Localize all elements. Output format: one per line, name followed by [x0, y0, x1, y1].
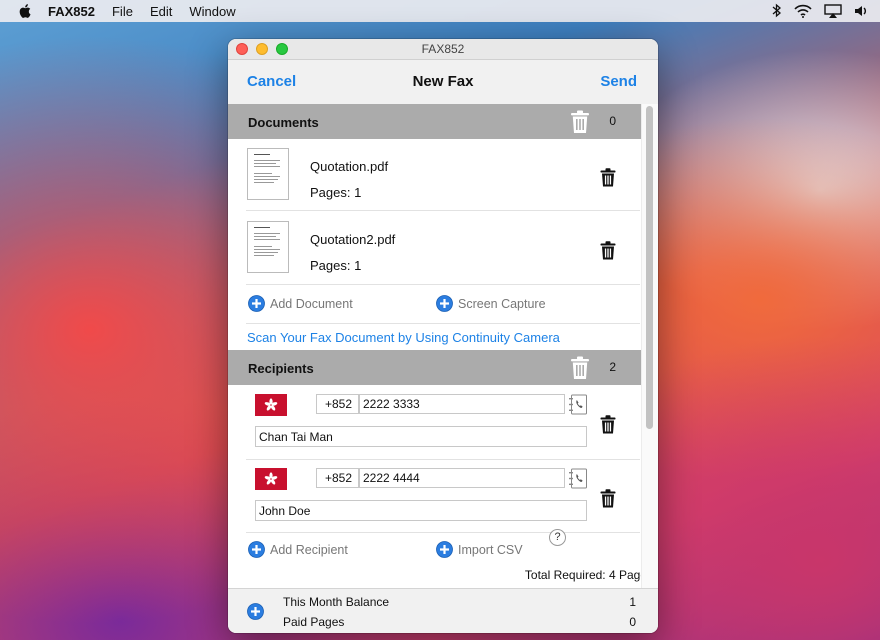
- fax-form: Documents 0 Quotation.pdf Pages: 1 Quota…: [228, 104, 642, 588]
- total-required: Total Required: 4 Pages: [524, 568, 653, 582]
- recipients-count: 2: [609, 360, 616, 374]
- divider: [246, 210, 640, 211]
- balance-footer: This Month Balance 1 Paid Pages 0: [228, 588, 658, 633]
- plus-circle-icon: [436, 295, 453, 312]
- divider: [246, 284, 640, 285]
- scrollbar[interactable]: [641, 104, 658, 588]
- documents-header-label: Documents: [248, 115, 319, 130]
- menu-bar: FAX852 File Edit Window: [0, 0, 880, 22]
- scrollbar-thumb[interactable]: [646, 106, 653, 429]
- add-recipient-label: Add Recipient: [270, 542, 348, 557]
- volume-icon[interactable]: [854, 4, 868, 18]
- address-book-icon[interactable]: [568, 468, 588, 489]
- app-window: FAX852 Cancel New Fax Send Documents 0 Q…: [228, 39, 658, 633]
- menu-window[interactable]: Window: [189, 4, 235, 19]
- add-recipient-button[interactable]: Add Recipient: [248, 541, 348, 558]
- recipient-row: +852 2222 3333 Chan Tai Man: [228, 388, 642, 462]
- fax-number-field[interactable]: 2222 3333: [359, 394, 565, 414]
- recipient-row: +852 2222 4444 John Doe: [228, 462, 642, 536]
- status-icons: [772, 3, 868, 18]
- add-document-button[interactable]: Add Document: [248, 295, 353, 312]
- recipient-name-field[interactable]: John Doe: [255, 500, 587, 521]
- paid-pages-value: 0: [629, 615, 636, 629]
- help-button[interactable]: ?: [549, 529, 566, 546]
- import-csv-button[interactable]: Import CSV: [436, 541, 523, 558]
- country-code-field[interactable]: +852: [316, 394, 359, 414]
- recipient-name-field[interactable]: Chan Tai Man: [255, 426, 587, 447]
- delete-document-trash-icon[interactable]: [600, 168, 616, 187]
- menu-edit[interactable]: Edit: [150, 4, 172, 19]
- bluetooth-icon[interactable]: [772, 3, 782, 18]
- nav-bar: Cancel New Fax Send: [228, 60, 658, 105]
- document-name: Quotation.pdf: [310, 159, 389, 174]
- add-balance-plus-icon[interactable]: [247, 603, 264, 620]
- import-csv-label: Import CSV: [458, 542, 523, 557]
- delete-recipient-trash-icon[interactable]: [600, 415, 616, 434]
- delete-recipient-trash-icon[interactable]: [600, 489, 616, 508]
- plus-circle-icon: [436, 541, 453, 558]
- title-bar: FAX852: [228, 39, 658, 60]
- window-title: FAX852: [421, 42, 465, 56]
- document-name: Quotation2.pdf: [310, 232, 396, 247]
- divider: [246, 459, 640, 460]
- continuity-camera-link[interactable]: Scan Your Fax Document by Using Continui…: [247, 330, 560, 345]
- divider: [246, 323, 640, 324]
- add-document-label: Add Document: [270, 296, 353, 311]
- balance-value: 1: [629, 595, 636, 609]
- address-book-icon[interactable]: [568, 394, 588, 415]
- balance-label: This Month Balance: [283, 595, 390, 609]
- country-code-field[interactable]: +852: [316, 468, 359, 488]
- document-thumbnail: [247, 148, 289, 200]
- clear-recipients-trash-icon[interactable]: [570, 356, 590, 380]
- screen-capture-button[interactable]: Screen Capture: [436, 295, 546, 312]
- plus-circle-icon: [248, 541, 265, 558]
- recipients-header: Recipients 2: [228, 350, 642, 385]
- wifi-icon[interactable]: [794, 4, 812, 18]
- screen-capture-label: Screen Capture: [458, 296, 546, 311]
- fax-number-field[interactable]: 2222 4444: [359, 468, 565, 488]
- delete-document-trash-icon[interactable]: [600, 241, 616, 260]
- document-row[interactable]: Quotation.pdf Pages: 1: [228, 139, 642, 211]
- document-pages: Pages: 1: [310, 185, 362, 200]
- paid-pages-label: Paid Pages: [283, 615, 345, 629]
- documents-header: Documents 0: [228, 104, 642, 139]
- clear-documents-trash-icon[interactable]: [570, 110, 590, 134]
- document-pages: Pages: 1: [310, 258, 362, 273]
- documents-count: 0: [609, 114, 616, 128]
- hong-kong-flag-icon[interactable]: [255, 468, 287, 490]
- send-button[interactable]: Send: [600, 73, 637, 90]
- apple-menu-icon[interactable]: [18, 4, 32, 18]
- document-row[interactable]: Quotation2.pdf Pages: 1: [228, 212, 642, 284]
- recipients-header-label: Recipients: [248, 361, 314, 376]
- page-title: New Fax: [412, 73, 474, 90]
- menu-app-name[interactable]: FAX852: [48, 4, 95, 19]
- hong-kong-flag-icon[interactable]: [255, 394, 287, 416]
- plus-circle-icon: [248, 295, 265, 312]
- menu-file[interactable]: File: [112, 4, 133, 19]
- divider: [246, 532, 640, 533]
- airplay-icon[interactable]: [824, 3, 842, 18]
- document-thumbnail: [247, 221, 289, 273]
